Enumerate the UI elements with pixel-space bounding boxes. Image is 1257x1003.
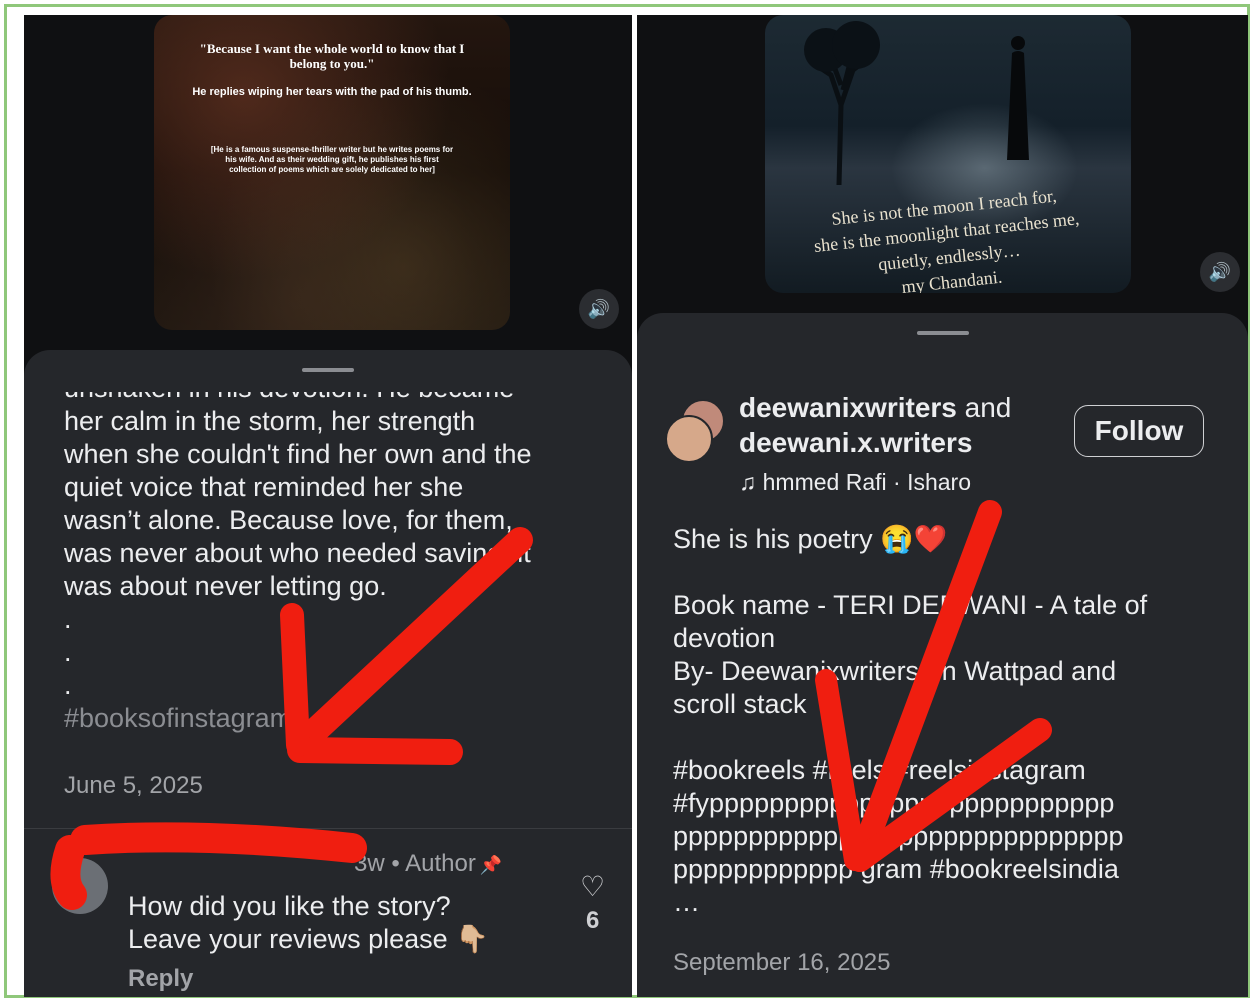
drag-handle[interactable] [916, 331, 969, 335]
music-track[interactable]: ♫ hmmed Rafi · Isharo [739, 469, 975, 496]
drag-handle[interactable] [302, 368, 354, 372]
caption-partial-line: unshaken in his devotion. He became [64, 392, 514, 403]
username-secondary[interactable]: deewani.x.writers [739, 426, 972, 460]
left-reel-view: "Because I want the whole world to know … [24, 15, 632, 997]
comment-line-1: How did you like the story? [128, 891, 451, 921]
like-count: 6 [586, 907, 600, 934]
speaker-icon[interactable]: 🔊 [1200, 252, 1240, 292]
heart-icon[interactable]: ♡ [580, 870, 605, 903]
post-date: September 16, 2025 [673, 949, 891, 976]
reply-button[interactable]: Reply [128, 965, 193, 993]
divider [24, 828, 632, 829]
post-date: June 5, 2025 [64, 772, 203, 799]
caption-text: She is his poetry 😭❤️ Book name - TERI D… [673, 524, 1148, 917]
comment-meta: 3w • Author 📌 [354, 850, 502, 878]
avatar[interactable] [52, 858, 108, 914]
caption-text: unshaken in his devotion. He became her … [64, 392, 624, 735]
follow-button[interactable]: Follow [1074, 405, 1204, 457]
comment-meta-text: 3w • Author [354, 850, 476, 877]
poster-note: [He is a famous suspense-thriller writer… [210, 145, 454, 174]
caption-sheet: unshaken in his devotion. He became her … [24, 350, 632, 997]
avatar[interactable] [665, 399, 729, 463]
username-primary[interactable]: deewanixwriters [739, 392, 957, 423]
caption-scroll-area[interactable]: unshaken in his devotion. He became her … [24, 392, 632, 742]
poster-line: He replies wiping her tears with the pad… [192, 86, 472, 98]
pin-icon: 📌 [479, 855, 503, 875]
poster-quote: "Because I want the whole world to know … [199, 41, 465, 71]
poster-poem: She is not the moon I reach for, she is … [813, 185, 1081, 293]
username-line: deewanixwriters and [739, 391, 1011, 425]
tree-silhouette [804, 21, 880, 185]
caption-body: her calm in the storm, her strength when… [64, 406, 532, 700]
reel-media[interactable]: "Because I want the whole world to know … [24, 15, 632, 375]
speaker-icon[interactable]: 🔊 [579, 289, 619, 329]
username-and: and [964, 392, 1012, 423]
reel-poster-image: "Because I want the whole world to know … [154, 15, 510, 330]
woman-silhouette [1007, 36, 1029, 160]
right-reel-view: She is not the moon I reach for, she is … [637, 15, 1248, 997]
caption-hashtag[interactable]: #booksofinstagram [64, 703, 292, 733]
comment-text: How did you like the story? Leave your r… [128, 890, 489, 956]
reel-poster-image: She is not the moon I reach for, she is … [765, 15, 1131, 293]
comment-line-2: Leave your reviews please 👇🏼 [128, 924, 489, 954]
caption-sheet: deewanixwriters and deewani.x.writers ♫ … [637, 313, 1248, 997]
avatar-primary [665, 415, 713, 463]
